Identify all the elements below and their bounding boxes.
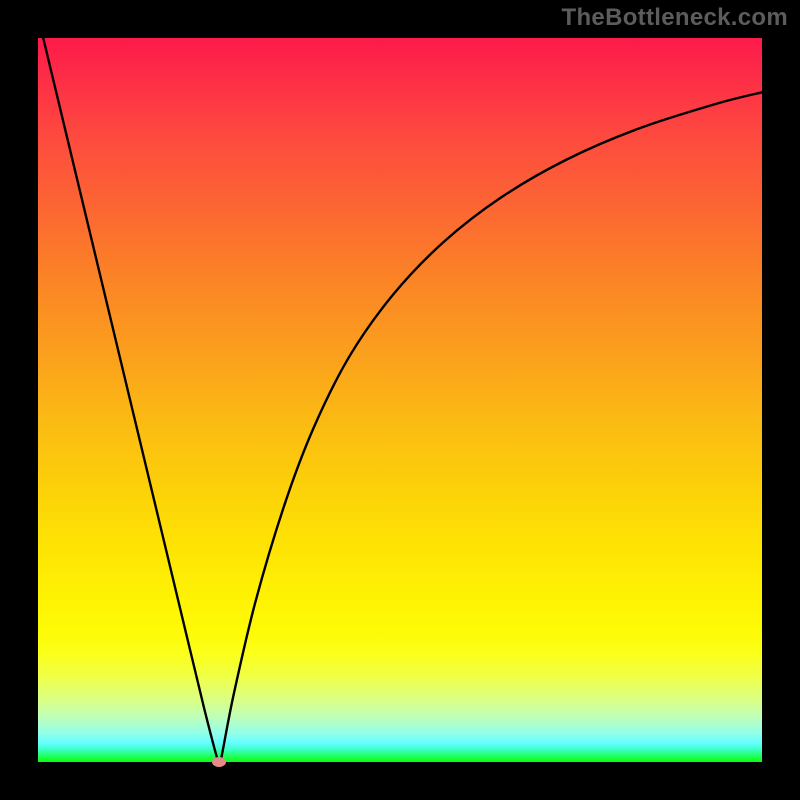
chart-container: TheBottleneck.com xyxy=(0,0,800,800)
curve-svg xyxy=(38,38,762,762)
bottleneck-curve xyxy=(38,16,762,769)
optimal-point-marker xyxy=(212,757,226,767)
watermark-text: TheBottleneck.com xyxy=(562,4,788,32)
plot-area xyxy=(38,38,762,762)
